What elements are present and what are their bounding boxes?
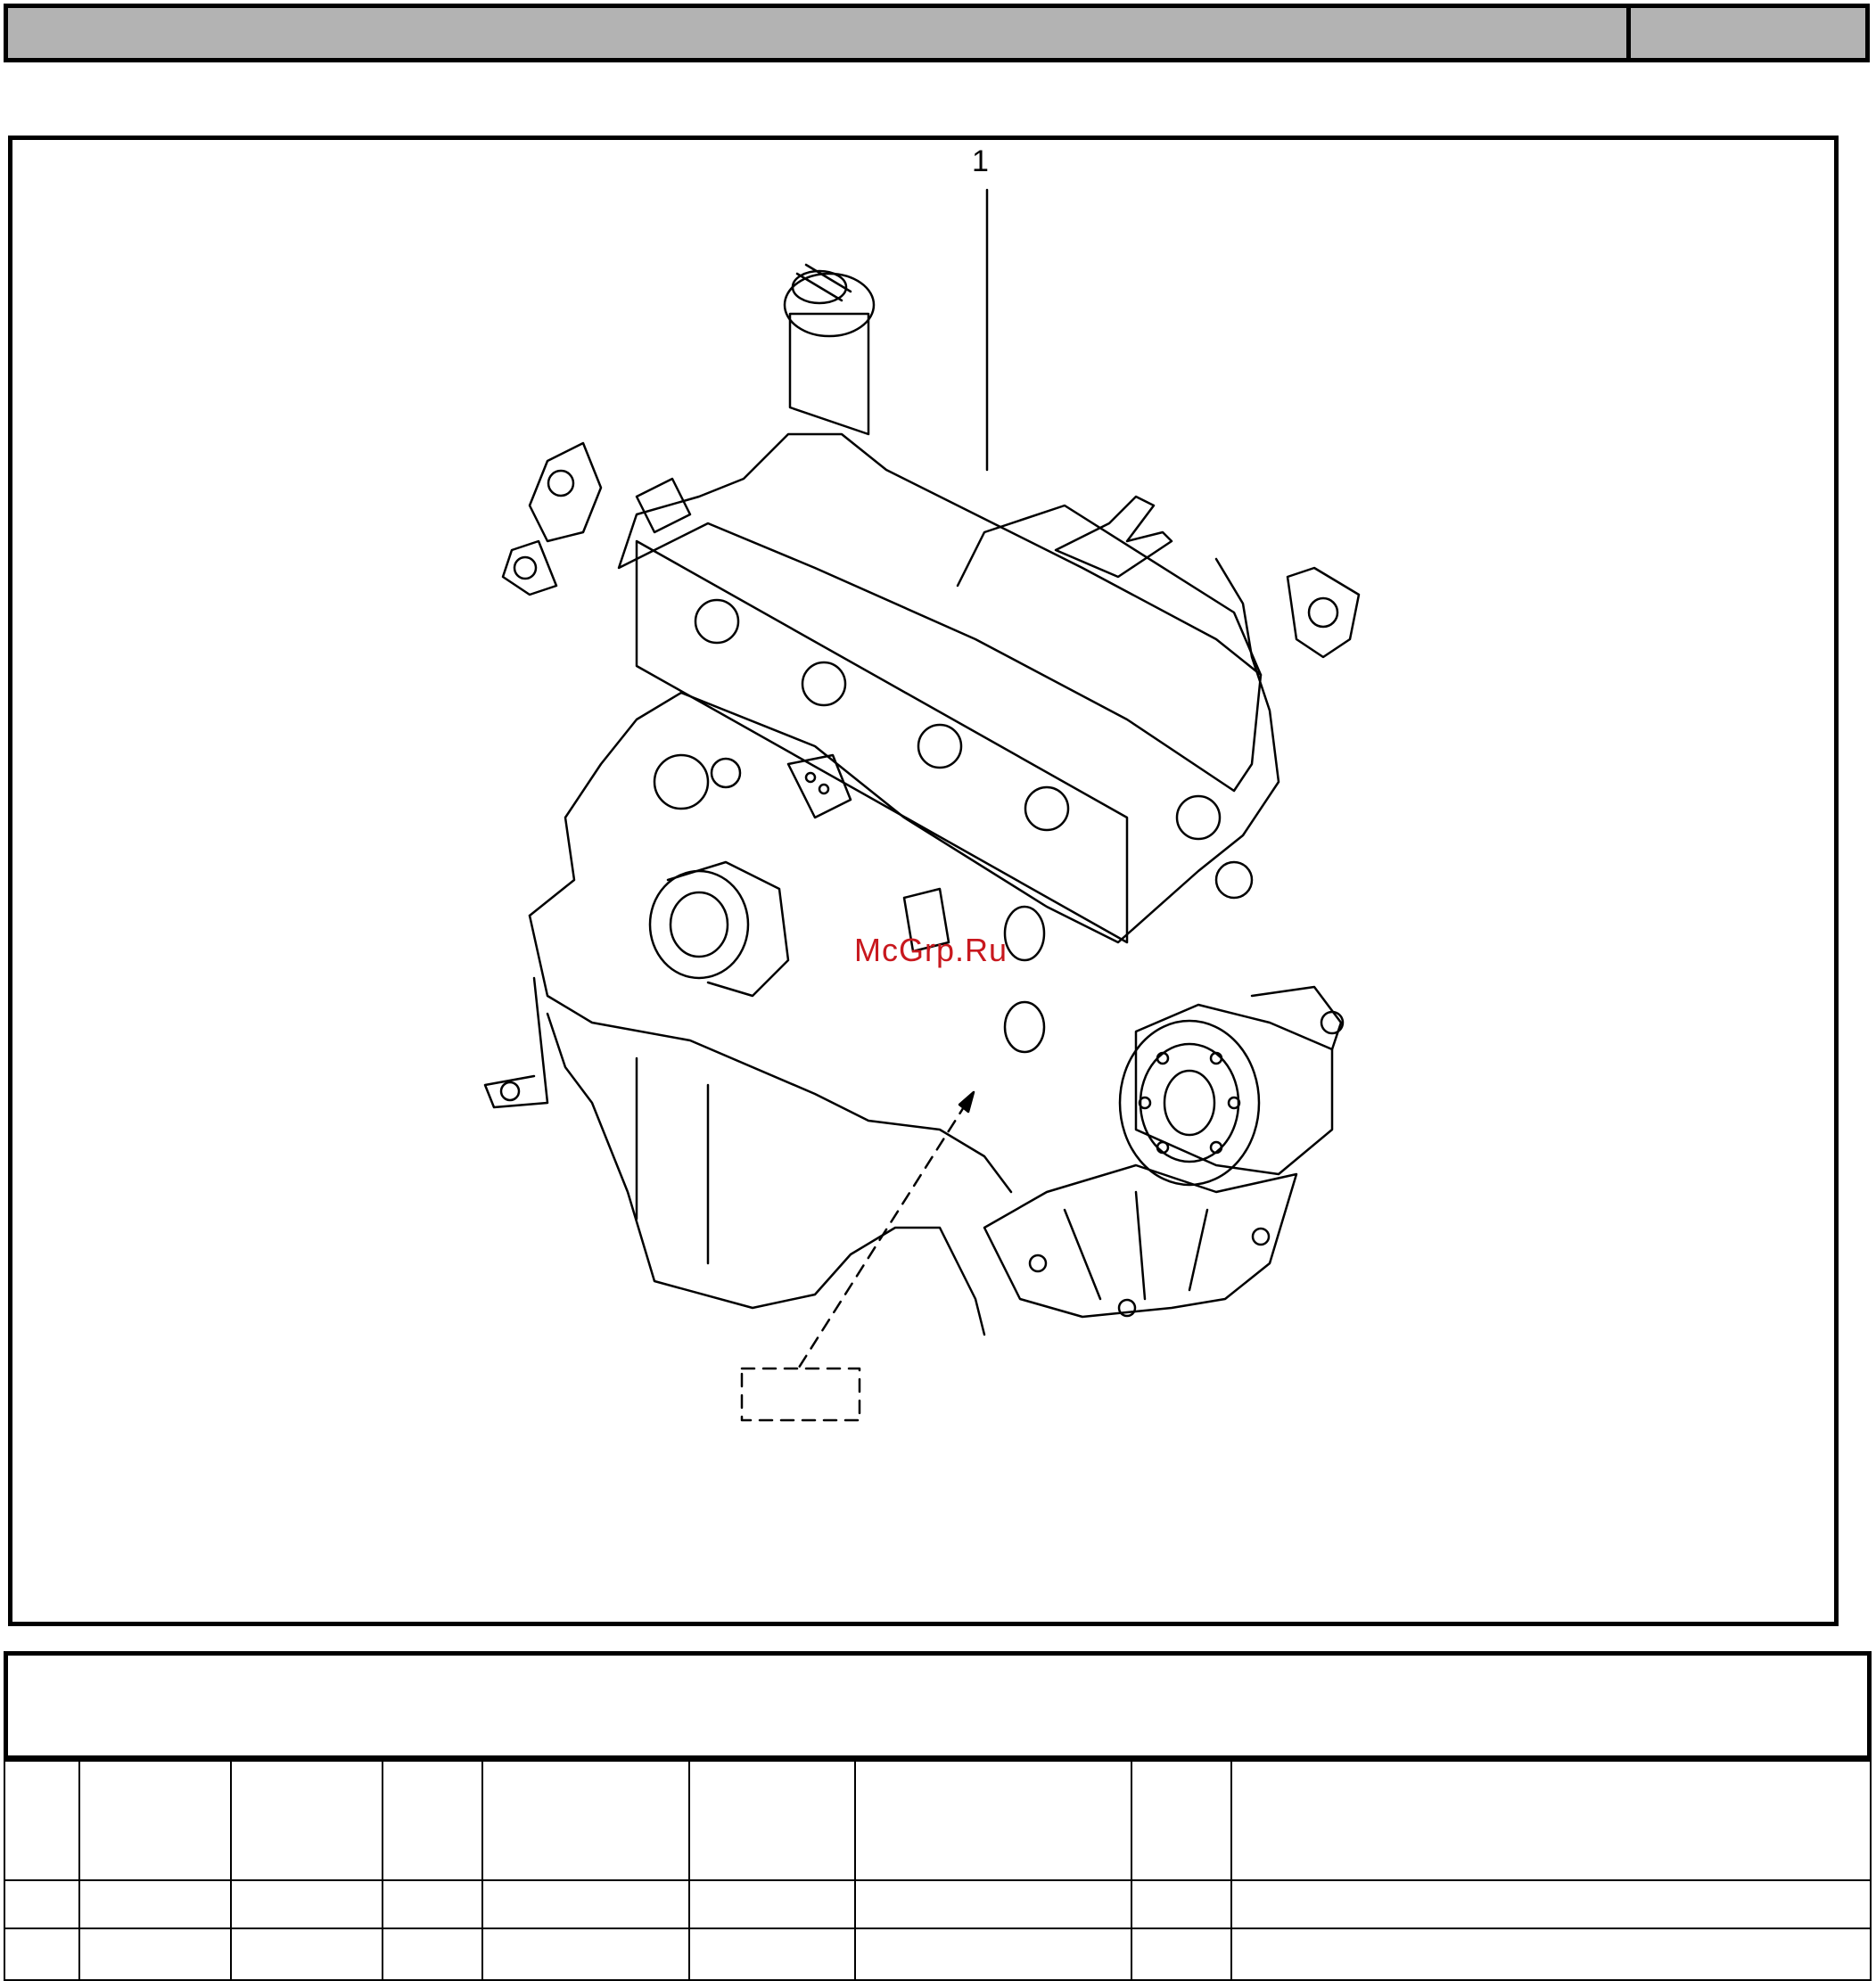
table-header-cell	[1230, 1760, 1872, 1881]
table-cell	[78, 1928, 232, 1981]
table-cell	[4, 1928, 80, 1981]
table-cell	[688, 1879, 856, 1929]
table-cell	[1131, 1879, 1232, 1929]
header-page-number	[1631, 8, 1865, 58]
oil-pan	[546, 1012, 986, 1336]
table-cell	[78, 1879, 232, 1929]
front-mount-bracket	[483, 976, 549, 1109]
table-cell	[1131, 1928, 1232, 1981]
head-bracket	[635, 477, 692, 534]
bell-housing-face	[1134, 1003, 1334, 1176]
block-bore	[710, 757, 742, 789]
watermark: McGrp.Ru	[854, 932, 1008, 968]
block-bore	[653, 753, 710, 810]
seal-inner-ring	[1139, 1042, 1240, 1163]
lifting-eye-hole	[547, 469, 575, 497]
illustration-frame	[8, 136, 1839, 1626]
table-cell	[230, 1928, 383, 1981]
housing-rib	[1063, 1208, 1102, 1301]
engine-drawing	[483, 188, 1361, 1422]
engine-number-leader	[795, 1101, 968, 1372]
port	[1214, 860, 1254, 900]
left-bracket	[501, 539, 558, 596]
table-cell	[4, 1879, 80, 1929]
table-cell	[382, 1879, 483, 1929]
table-cell	[481, 1879, 690, 1929]
table-header-cell	[4, 1760, 80, 1881]
mount-hole	[499, 1081, 521, 1102]
oil-filter	[648, 869, 750, 980]
header-title	[8, 8, 1626, 58]
port	[694, 598, 740, 645]
mount-hole	[1320, 1010, 1345, 1035]
port	[1024, 785, 1070, 832]
table-header-cell	[481, 1760, 690, 1881]
callout-number: 1	[972, 144, 989, 178]
table-header-cell	[78, 1760, 232, 1881]
right-mount	[1250, 985, 1343, 1051]
parts-table	[4, 1760, 1872, 1981]
housing-bolt-hole	[1117, 1298, 1137, 1318]
lifting-eye-right	[1286, 566, 1361, 659]
table-cell	[1230, 1879, 1872, 1929]
bracket-hole	[513, 555, 538, 580]
port	[1175, 794, 1222, 841]
table-header-cell	[688, 1760, 856, 1881]
table-row	[4, 1928, 1872, 1981]
table-cell	[688, 1928, 856, 1981]
header-bar	[4, 4, 1870, 62]
port	[801, 661, 847, 707]
table-cell	[1230, 1928, 1872, 1981]
table-row	[4, 1879, 1872, 1929]
block-outline	[528, 557, 1280, 944]
coolant-port	[1003, 1000, 1046, 1054]
table-header-cell	[382, 1760, 483, 1881]
table-header-cell	[230, 1760, 383, 1881]
caption-box	[4, 1651, 1872, 1760]
cap-grip	[804, 263, 852, 293]
crankshaft-flange	[1163, 1069, 1216, 1137]
coolant-port	[1003, 905, 1046, 962]
oil-filler-neck	[788, 312, 870, 436]
oil-filter-base	[669, 891, 729, 958]
cap-grip	[795, 272, 843, 302]
oil-filler-cap	[783, 272, 876, 338]
table-cell	[481, 1928, 690, 1981]
sensor-pin	[804, 771, 817, 784]
port	[917, 723, 963, 769]
sensor-pin	[818, 783, 830, 795]
table-header-cell	[854, 1760, 1132, 1881]
lifting-eye-hole	[1307, 596, 1339, 629]
cylinder-head	[617, 432, 1263, 793]
table-cell	[230, 1879, 383, 1929]
engine-number-label-box	[740, 1367, 861, 1422]
housing-bolt-hole	[1251, 1227, 1271, 1246]
valve-cover	[956, 504, 1263, 677]
housing-rib	[1188, 1208, 1209, 1292]
lifting-eye-left	[528, 441, 603, 543]
table-cell	[382, 1928, 483, 1981]
housing-rib	[1134, 1190, 1147, 1301]
table-cell	[854, 1879, 1132, 1929]
table-header-row	[4, 1760, 1872, 1881]
table-cell	[854, 1928, 1132, 1981]
housing-bolt-hole	[1028, 1254, 1048, 1273]
table-header-cell	[1131, 1760, 1232, 1881]
